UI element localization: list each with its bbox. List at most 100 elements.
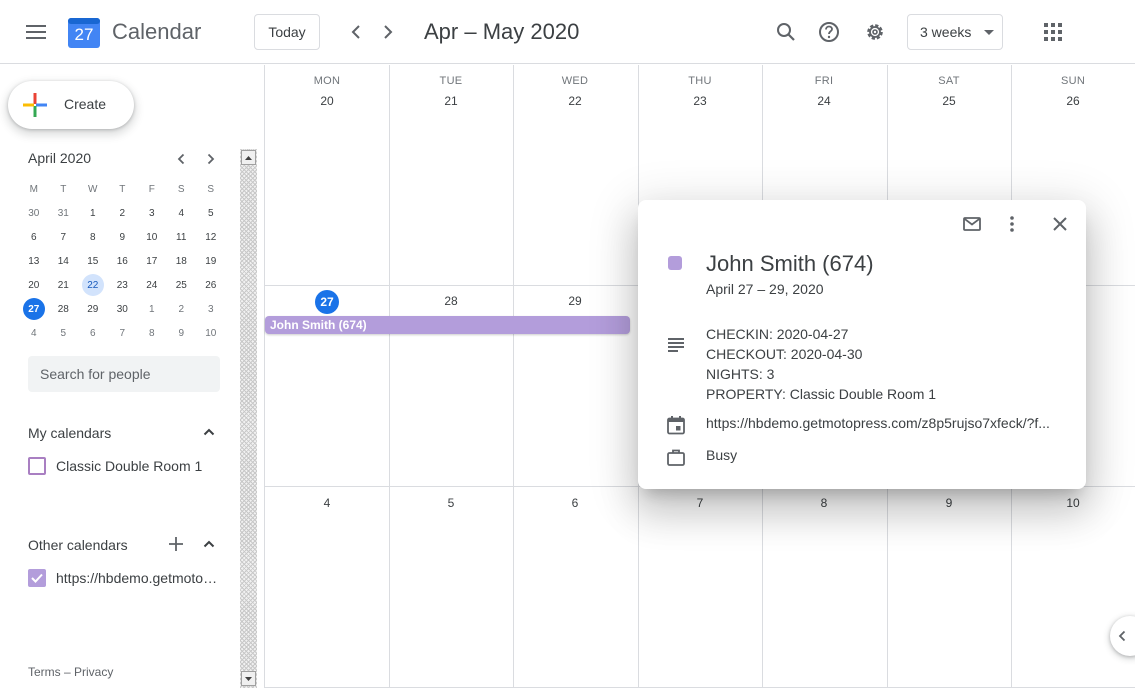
today-button[interactable]: Today — [254, 14, 320, 50]
mini-day[interactable]: 6 — [19, 225, 49, 249]
sidebar-scrollbar[interactable] — [240, 149, 257, 688]
availability-status: Busy — [706, 447, 738, 463]
mini-day[interactable]: 31 — [49, 201, 79, 225]
weekday-header: SAT — [938, 75, 960, 87]
mini-day[interactable]: 10 — [196, 321, 226, 345]
mini-day[interactable]: 16 — [108, 249, 138, 273]
day-number[interactable]: 8 — [762, 496, 886, 510]
day-number[interactable]: 21 — [389, 94, 513, 108]
mini-calendar-prev-button[interactable] — [169, 147, 193, 171]
calendar-checkbox-checked[interactable] — [28, 569, 46, 587]
search-button[interactable] — [766, 12, 806, 52]
mini-day[interactable]: 21 — [49, 273, 79, 297]
mini-day[interactable]: 30 — [19, 201, 49, 225]
day-number[interactable]: 24 — [762, 94, 886, 108]
search-people-input[interactable] — [28, 356, 220, 392]
mini-day[interactable]: 7 — [108, 321, 138, 345]
mini-day[interactable]: 17 — [137, 249, 167, 273]
mini-day[interactable]: 20 — [19, 273, 49, 297]
create-button[interactable]: Create — [8, 81, 134, 129]
mini-day[interactable]: 5 — [49, 321, 79, 345]
next-period-button[interactable] — [372, 16, 404, 48]
mini-day[interactable]: 19 — [196, 249, 226, 273]
mini-day[interactable]: 10 — [137, 225, 167, 249]
calendar-item-classic-double-room[interactable]: Classic Double Room 1 — [28, 454, 202, 478]
mini-day[interactable]: 29 — [78, 297, 108, 321]
mini-day[interactable]: 9 — [167, 321, 197, 345]
mini-day[interactable]: 2 — [167, 297, 197, 321]
day-number[interactable]: 20 — [265, 94, 389, 108]
terms-privacy-links[interactable]: Terms – Privacy — [28, 665, 113, 679]
mini-day[interactable]: 2 — [108, 201, 138, 225]
my-calendars-collapse-button[interactable] — [197, 420, 221, 444]
mini-day-label: 18 — [175, 255, 187, 267]
mini-day[interactable]: 9 — [108, 225, 138, 249]
mini-day[interactable]: 14 — [49, 249, 79, 273]
mini-day[interactable]: 5 — [196, 201, 226, 225]
day-number[interactable]: 25 — [887, 94, 1011, 108]
mini-day-label: 8 — [148, 327, 155, 339]
mini-day[interactable]: 4 — [167, 201, 197, 225]
mini-day[interactable]: 23 — [108, 273, 138, 297]
apps-button[interactable] — [1033, 12, 1073, 52]
mini-day[interactable]: 1 — [78, 201, 108, 225]
calendar-checkbox[interactable] — [28, 457, 46, 475]
calendar-logo[interactable]: 27 — [68, 16, 100, 48]
scroll-down-button[interactable] — [241, 671, 256, 686]
other-calendars-title[interactable]: Other calendars — [28, 537, 128, 553]
mini-day[interactable]: 11 — [167, 225, 197, 249]
checkmark-icon — [31, 573, 43, 583]
help-button[interactable] — [809, 12, 849, 52]
day-number[interactable]: 5 — [389, 496, 513, 510]
day-number[interactable]: 22 — [513, 94, 637, 108]
view-selector[interactable]: 3 weeks — [907, 14, 1003, 50]
mini-day-today[interactable]: 27 — [19, 297, 49, 321]
email-guests-button[interactable] — [954, 206, 990, 242]
column-divider — [389, 65, 390, 688]
my-calendars-title[interactable]: My calendars — [28, 425, 111, 441]
mini-day-selected[interactable]: 22 — [78, 273, 108, 297]
day-number[interactable]: 6 — [513, 496, 637, 510]
mini-day[interactable]: 1 — [137, 297, 167, 321]
today-day-label: 27 — [315, 290, 339, 314]
day-number[interactable]: 28 — [389, 294, 513, 308]
mini-day[interactable]: 30 — [108, 297, 138, 321]
scroll-up-button[interactable] — [241, 150, 256, 165]
calendar-item-hbdemo[interactable]: https://hbdemo.getmotopress.com/z8p5rujs… — [28, 566, 218, 590]
mini-day-label: 2 — [119, 207, 126, 219]
day-number[interactable]: 26 — [1011, 94, 1135, 108]
other-calendars-collapse-button[interactable] — [197, 532, 221, 556]
calendar-source-link[interactable]: https://hbdemo.getmotopress.com/z8p5rujs… — [706, 415, 1071, 431]
day-number[interactable]: 23 — [638, 94, 762, 108]
mini-day[interactable]: 18 — [167, 249, 197, 273]
mini-day[interactable]: 24 — [137, 273, 167, 297]
day-number[interactable]: 4 — [265, 496, 389, 510]
mini-day[interactable]: 28 — [49, 297, 79, 321]
day-number[interactable]: 10 — [1011, 496, 1135, 510]
mini-calendar-next-button[interactable] — [199, 147, 223, 171]
mini-day[interactable]: 6 — [78, 321, 108, 345]
day-number[interactable]: 9 — [887, 496, 1011, 510]
add-other-calendar-button[interactable] — [164, 532, 188, 556]
day-number[interactable]: 29 — [513, 294, 637, 308]
mini-day[interactable]: 3 — [137, 201, 167, 225]
mini-day[interactable]: 7 — [49, 225, 79, 249]
day-number[interactable]: 7 — [638, 496, 762, 510]
previous-period-button[interactable] — [340, 16, 372, 48]
mini-day[interactable]: 15 — [78, 249, 108, 273]
more-options-button[interactable] — [994, 206, 1030, 242]
mini-day[interactable]: 26 — [196, 273, 226, 297]
mini-day[interactable]: 8 — [137, 321, 167, 345]
mini-day[interactable]: 12 — [196, 225, 226, 249]
event-chip-john-smith[interactable]: John Smith (674) — [265, 316, 630, 334]
settings-button[interactable] — [855, 12, 895, 52]
close-popup-button[interactable] — [1042, 206, 1078, 242]
main-menu-button[interactable] — [16, 12, 56, 52]
mini-day-label: 14 — [57, 255, 69, 267]
mini-day[interactable]: 25 — [167, 273, 197, 297]
mini-day[interactable]: 8 — [78, 225, 108, 249]
mini-day[interactable]: 4 — [19, 321, 49, 345]
day-number-today[interactable]: 27 — [265, 290, 389, 314]
mini-day[interactable]: 13 — [19, 249, 49, 273]
mini-day[interactable]: 3 — [196, 297, 226, 321]
